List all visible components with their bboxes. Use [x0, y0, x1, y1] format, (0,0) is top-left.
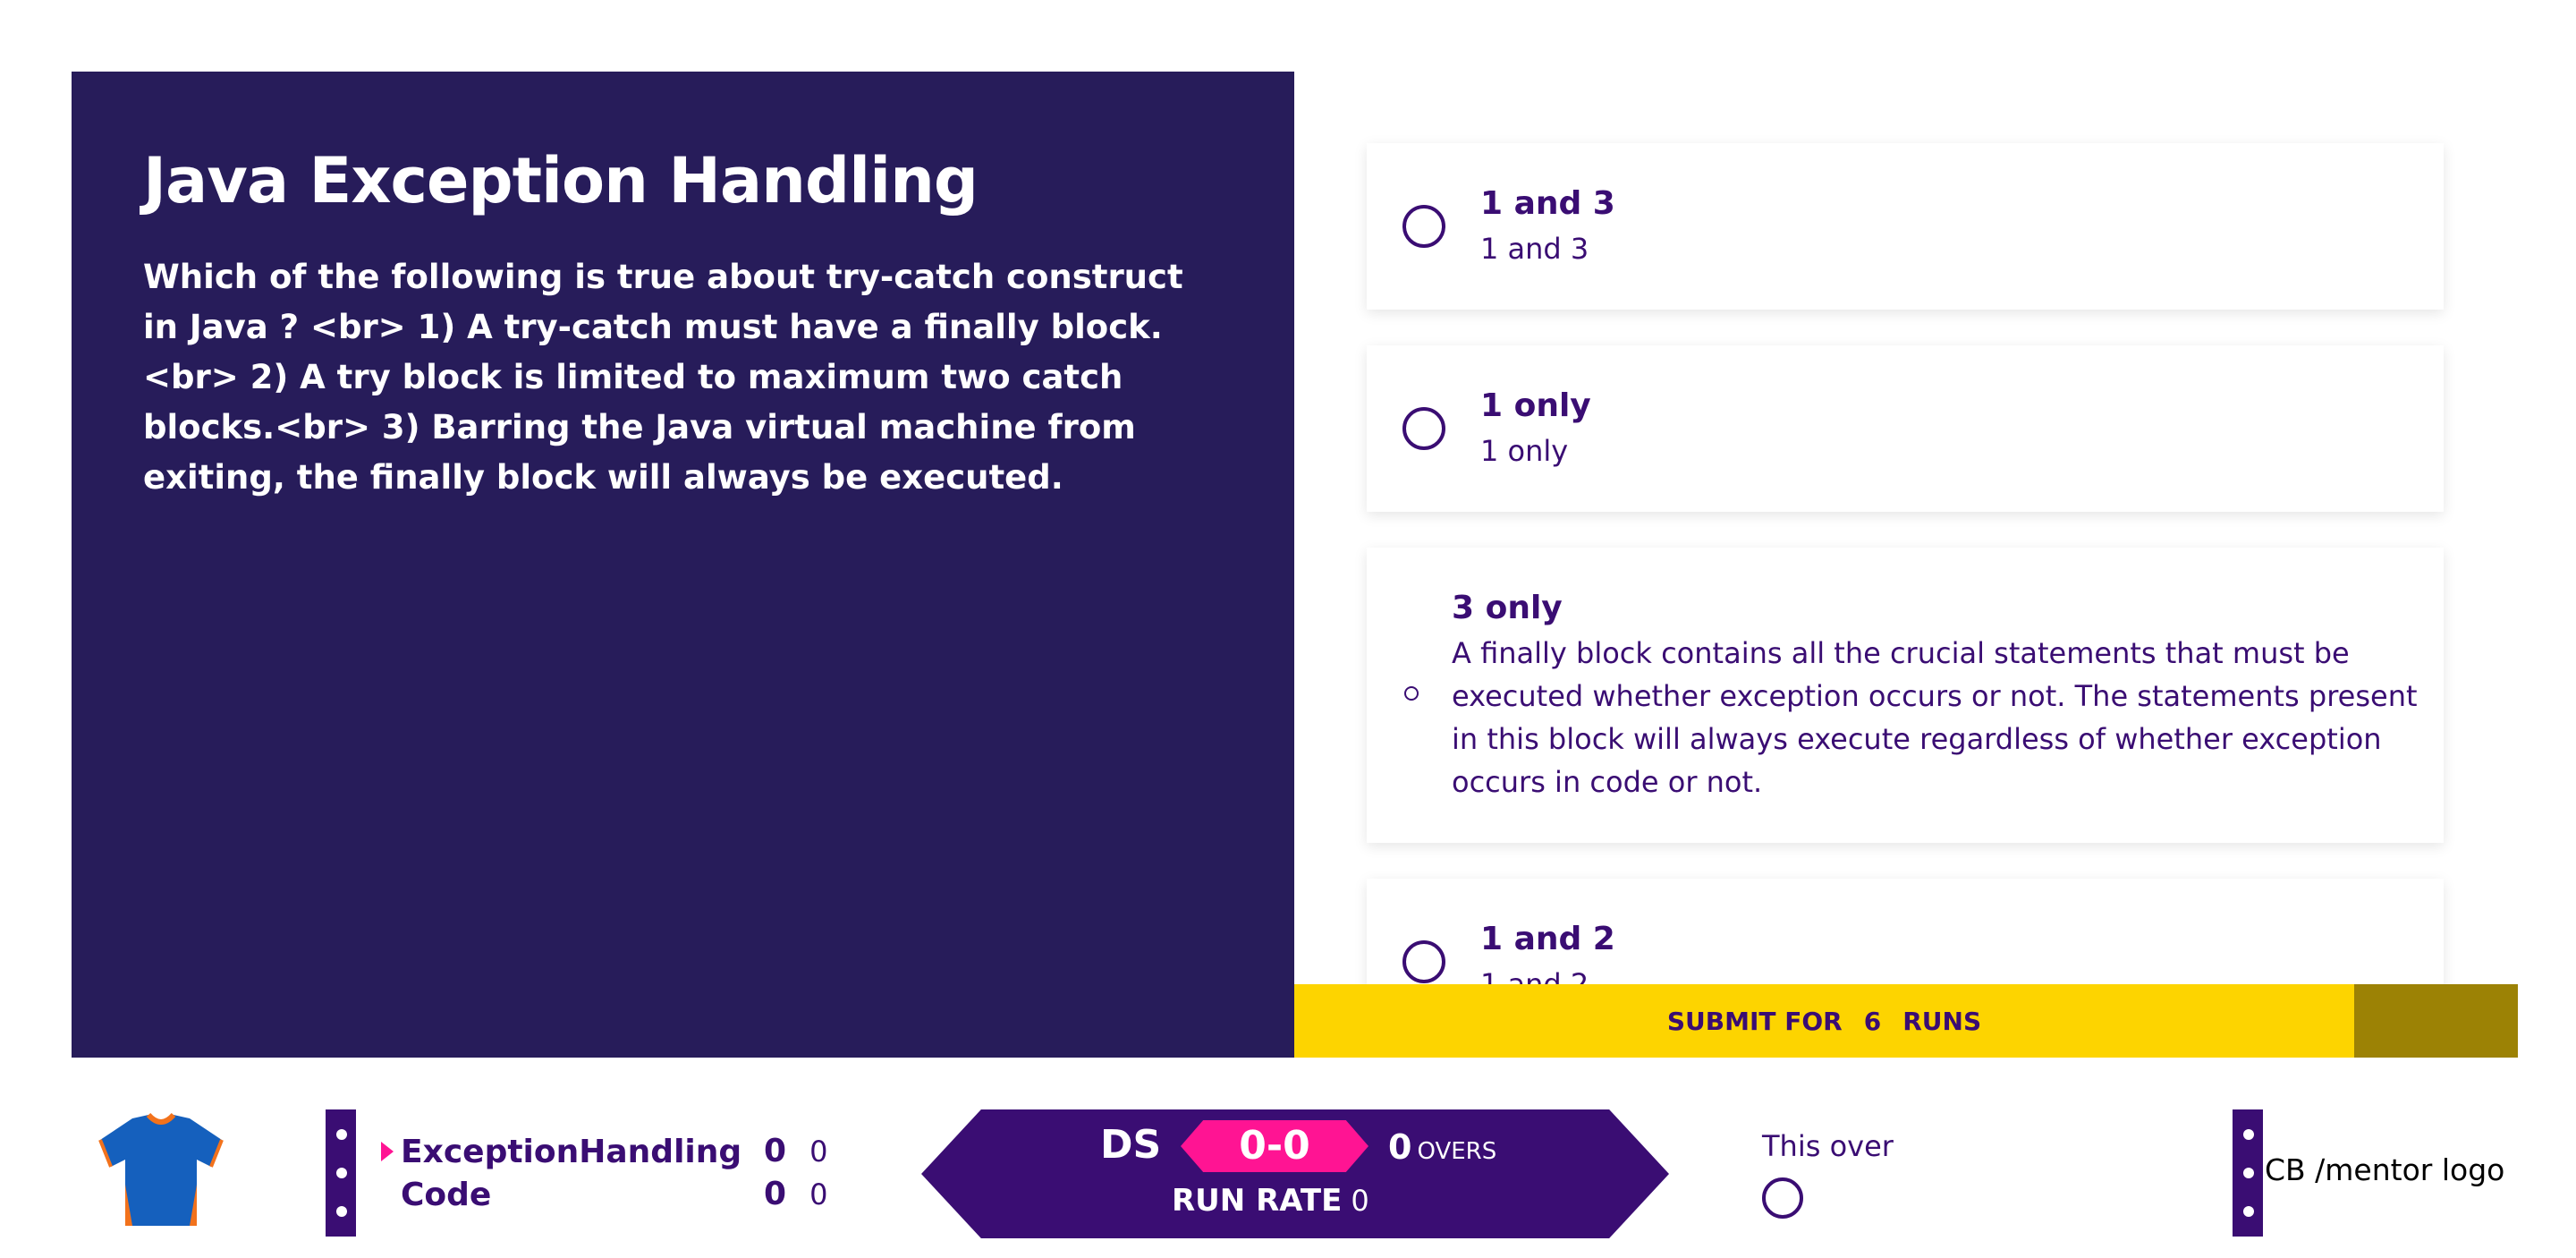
- team-score-row: 00: [764, 1176, 827, 1212]
- submit-label: SUBMIT FOR: [1666, 1006, 1843, 1036]
- option-card[interactable]: 1 and 3 1 and 3: [1367, 143, 2444, 310]
- score-badge: 0-0: [1181, 1120, 1368, 1172]
- this-over: This over: [1762, 1129, 1894, 1219]
- team-score: 0: [809, 1135, 828, 1169]
- option-title: 1 and 2: [1480, 921, 1615, 957]
- divider-ornament: [326, 1109, 356, 1237]
- team-score: 0: [809, 1177, 828, 1211]
- question-title: Java Exception Handling: [143, 144, 979, 217]
- option-description: 1 only: [1480, 434, 1569, 468]
- option-card[interactable]: 3 only A finally block contains all the …: [1367, 548, 2444, 843]
- overs-label: OVERS: [1417, 1138, 1497, 1165]
- option-radio[interactable]: [1404, 686, 1419, 701]
- jersey-icon: [98, 1113, 224, 1226]
- center-scoreboard: DS 0-0 0 OVERS RUN RATE 0: [921, 1109, 1669, 1238]
- option-description: A finally block contains all the crucial…: [1452, 636, 2418, 799]
- scoreboard: ExceptionHandling Code 00 00 DS 0-0 0 OVE…: [0, 1058, 2576, 1258]
- overs-count: 0: [1388, 1127, 1412, 1167]
- option-description: 1 and 3: [1480, 232, 1589, 266]
- this-over-label: This over: [1762, 1129, 1894, 1163]
- submit-side-panel: [2354, 984, 2518, 1058]
- team-name: Code: [401, 1177, 492, 1213]
- brand-logo: CB /mentor logo: [2265, 1152, 2505, 1187]
- team-wickets: 0: [764, 1176, 787, 1212]
- ball-indicator-icon: [1762, 1177, 1803, 1219]
- option-card[interactable]: 1 and 2 1 and 2: [1367, 879, 2444, 984]
- option-radio[interactable]: [1402, 407, 1445, 450]
- question-text: Which of the following is true about try…: [143, 258, 1183, 497]
- option-title: 1 and 3: [1480, 185, 1615, 222]
- option-title: 1 only: [1480, 387, 1591, 424]
- run-rate-label: RUN RATE: [1172, 1183, 1343, 1219]
- option-radio[interactable]: [1402, 940, 1445, 983]
- submit-runs: 6: [1863, 1006, 1882, 1036]
- team-abbr: DS: [1100, 1122, 1162, 1168]
- divider-ornament: [2233, 1109, 2263, 1237]
- run-rate-value: 0: [1351, 1184, 1369, 1218]
- options-list: 1 and 3 1 and 3 1 only 1 only 3 only A f…: [1294, 72, 2518, 984]
- question-panel: Java Exception Handling Which of the fol…: [72, 72, 1294, 1058]
- team-name: ExceptionHandling: [401, 1134, 742, 1170]
- option-radio[interactable]: [1402, 205, 1445, 248]
- overs-readout: 0 OVERS: [1388, 1127, 1496, 1167]
- option-description: 1 and 2: [1480, 967, 1589, 984]
- team-wickets: 0: [764, 1133, 787, 1169]
- option-title: 3 only: [1452, 590, 1563, 626]
- submit-label-suffix: RUNS: [1902, 1006, 1982, 1036]
- run-rate: RUN RATE 0: [1172, 1183, 1369, 1219]
- option-card[interactable]: 1 only 1 only: [1367, 345, 2444, 512]
- team-score-row: 00: [764, 1133, 827, 1169]
- submit-button[interactable]: SUBMIT FOR 6 RUNS: [1294, 984, 2354, 1058]
- play-indicator-icon: [381, 1142, 394, 1161]
- teams-list: ExceptionHandling Code: [381, 1131, 742, 1217]
